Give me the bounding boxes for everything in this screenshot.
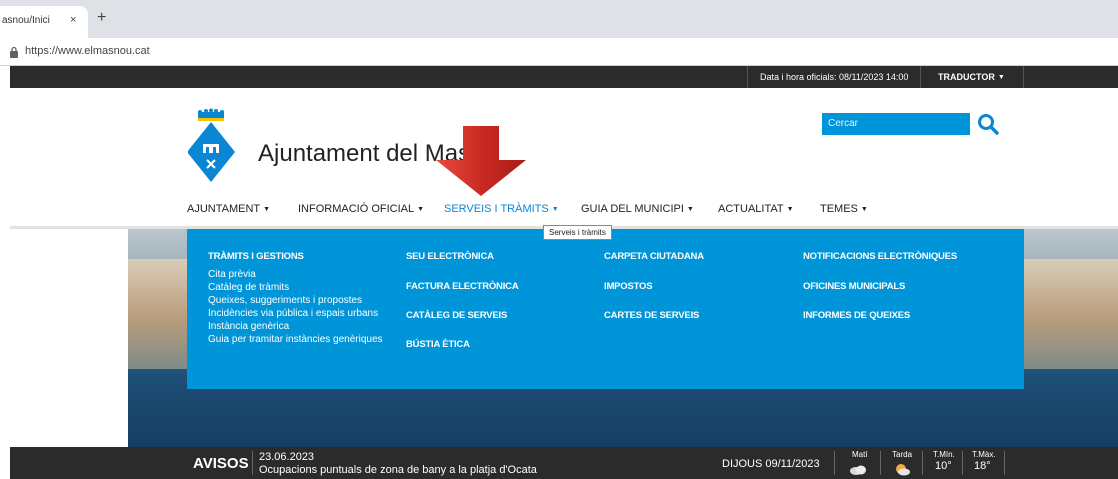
translator-dropdown[interactable]: TRADUCTOR ▼	[938, 72, 1005, 82]
mega-heading-tramits-gestions[interactable]: TRÀMITS I GESTIONS	[208, 251, 304, 262]
divider	[922, 451, 923, 475]
mega-link-informes-queixes[interactable]: INFORMES DE QUEIXES	[803, 310, 910, 321]
tab-title: asnou/Inici	[2, 15, 50, 26]
mega-link-cataleg-serveis[interactable]: CATÀLEG DE SERVEIS	[406, 310, 507, 321]
tmax-value: 18°	[974, 460, 991, 472]
mega-link-carpeta-ciutadana[interactable]: CARPETA CIUTADANA	[604, 251, 704, 262]
divider	[834, 451, 835, 475]
nav-label: GUIA DEL MUNICIPI	[581, 203, 684, 215]
mega-link[interactable]: Guia per tramitar instàncies genèriques	[208, 334, 383, 345]
nav-label: SERVEIS I TRÀMITS	[444, 203, 549, 215]
sun-cloud-icon	[896, 464, 910, 476]
nav-item-actualitat[interactable]: ACTUALITAT ▼	[718, 203, 794, 215]
mega-link[interactable]: Cita prèvia	[208, 269, 256, 280]
mega-link-notificacions[interactable]: NOTIFICACIONS ELECTRÒNIQUES	[803, 251, 957, 262]
browser-tab[interactable]: asnou/Inici ×	[0, 6, 88, 38]
caret-down-icon: ▼	[860, 206, 868, 213]
mega-link[interactable]: Instància genèrica	[208, 321, 289, 332]
alerts-bar: AVISOS 23.06.2023 Ocupacions puntuals de…	[10, 447, 1118, 479]
url-text: https://www.elmasnou.cat	[25, 45, 150, 57]
caret-down-icon: ▼	[263, 206, 271, 213]
browser-tab-bar: asnou/Inici × +	[0, 0, 1118, 38]
tmin-value: 10°	[935, 460, 952, 472]
nav-label: ACTUALITAT	[718, 203, 784, 215]
nav-label: AJUNTAMENT	[187, 203, 261, 215]
mega-link-impostos[interactable]: IMPOSTOS	[604, 281, 653, 292]
divider	[252, 451, 253, 475]
alert-link[interactable]: Ocupacions puntuals de zona de bany a la…	[259, 464, 537, 476]
current-date: DIJOUS 09/11/2023	[722, 458, 820, 470]
mega-link[interactable]: Queixes, suggeriments i propostes	[208, 295, 362, 306]
address-bar[interactable]: https://www.elmasnou.cat	[0, 38, 1118, 66]
caret-down-icon: ▼	[997, 74, 1005, 81]
nav-item-ajuntament[interactable]: AJUNTAMENT ▼	[187, 203, 270, 215]
hero-town-right	[1018, 259, 1118, 369]
mega-link-oficines[interactable]: OFICINES MUNICIPALS	[803, 281, 905, 292]
nav-item-informacio-oficial[interactable]: INFORMACIÓ OFICIAL ▼	[298, 203, 424, 215]
alert-date: 23.06.2023	[259, 451, 315, 463]
alerts-label[interactable]: AVISOS	[193, 455, 249, 472]
lock-icon	[10, 46, 18, 58]
divider	[962, 451, 963, 475]
tmax-label: T.Màx.	[972, 450, 996, 459]
nav-tooltip: Serveis i tràmits	[543, 225, 612, 240]
official-datetime: Data i hora oficials: 08/11/2023 14:00	[760, 72, 909, 82]
mega-link[interactable]: Incidències via pública i espais urbans	[208, 308, 378, 319]
nav-label: TEMES	[820, 203, 858, 215]
caret-down-icon: ▼	[786, 206, 794, 213]
divider	[1004, 451, 1005, 475]
divider	[920, 66, 921, 88]
municipality-logo[interactable]	[188, 108, 244, 184]
divider	[1023, 66, 1024, 88]
close-icon[interactable]: ×	[70, 14, 76, 26]
new-tab-icon[interactable]: +	[97, 9, 106, 27]
caret-down-icon: ▼	[417, 206, 425, 213]
mega-link-cartes-serveis[interactable]: CARTES DE SERVEIS	[604, 310, 699, 321]
arrow-down-icon	[436, 126, 526, 196]
nav-item-serveis-i-tramits[interactable]: SERVEIS I TRÀMITS ▼	[444, 203, 559, 215]
mega-link-seu-electronica[interactable]: SEU ELECTRÒNICA	[406, 251, 494, 262]
weather-morning-label: Matí	[852, 450, 868, 459]
search-input[interactable]: Cercar	[822, 113, 970, 135]
weather-afternoon-label: Tarda	[892, 450, 913, 459]
translator-label: TRADUCTOR	[938, 72, 995, 82]
caret-down-icon: ▼	[551, 206, 559, 213]
tmin-label: T.Mín.	[933, 450, 955, 459]
search-icon[interactable]	[976, 112, 1000, 136]
mega-link-bustia-etica[interactable]: BÚSTIA ÈTICA	[406, 339, 470, 350]
divider	[880, 451, 881, 475]
mega-link-factura-electronica[interactable]: FACTURA ELECTRÒNICA	[406, 281, 519, 292]
nav-label: INFORMACIÓ OFICIAL	[298, 203, 415, 215]
caret-down-icon: ▼	[686, 206, 694, 213]
cloud-icon	[850, 465, 866, 475]
nav-item-guia-del-municipi[interactable]: GUIA DEL MUNICIPI ▼	[581, 203, 694, 215]
mega-menu: TRÀMITS I GESTIONS Cita prèvia Catàleg d…	[187, 229, 1024, 389]
nav-item-temes[interactable]: TEMES ▼	[820, 203, 868, 215]
mega-link[interactable]: Catàleg de tràmits	[208, 282, 289, 293]
top-info-bar: Data i hora oficials: 08/11/2023 14:00 T…	[10, 66, 1118, 88]
divider	[747, 66, 748, 88]
